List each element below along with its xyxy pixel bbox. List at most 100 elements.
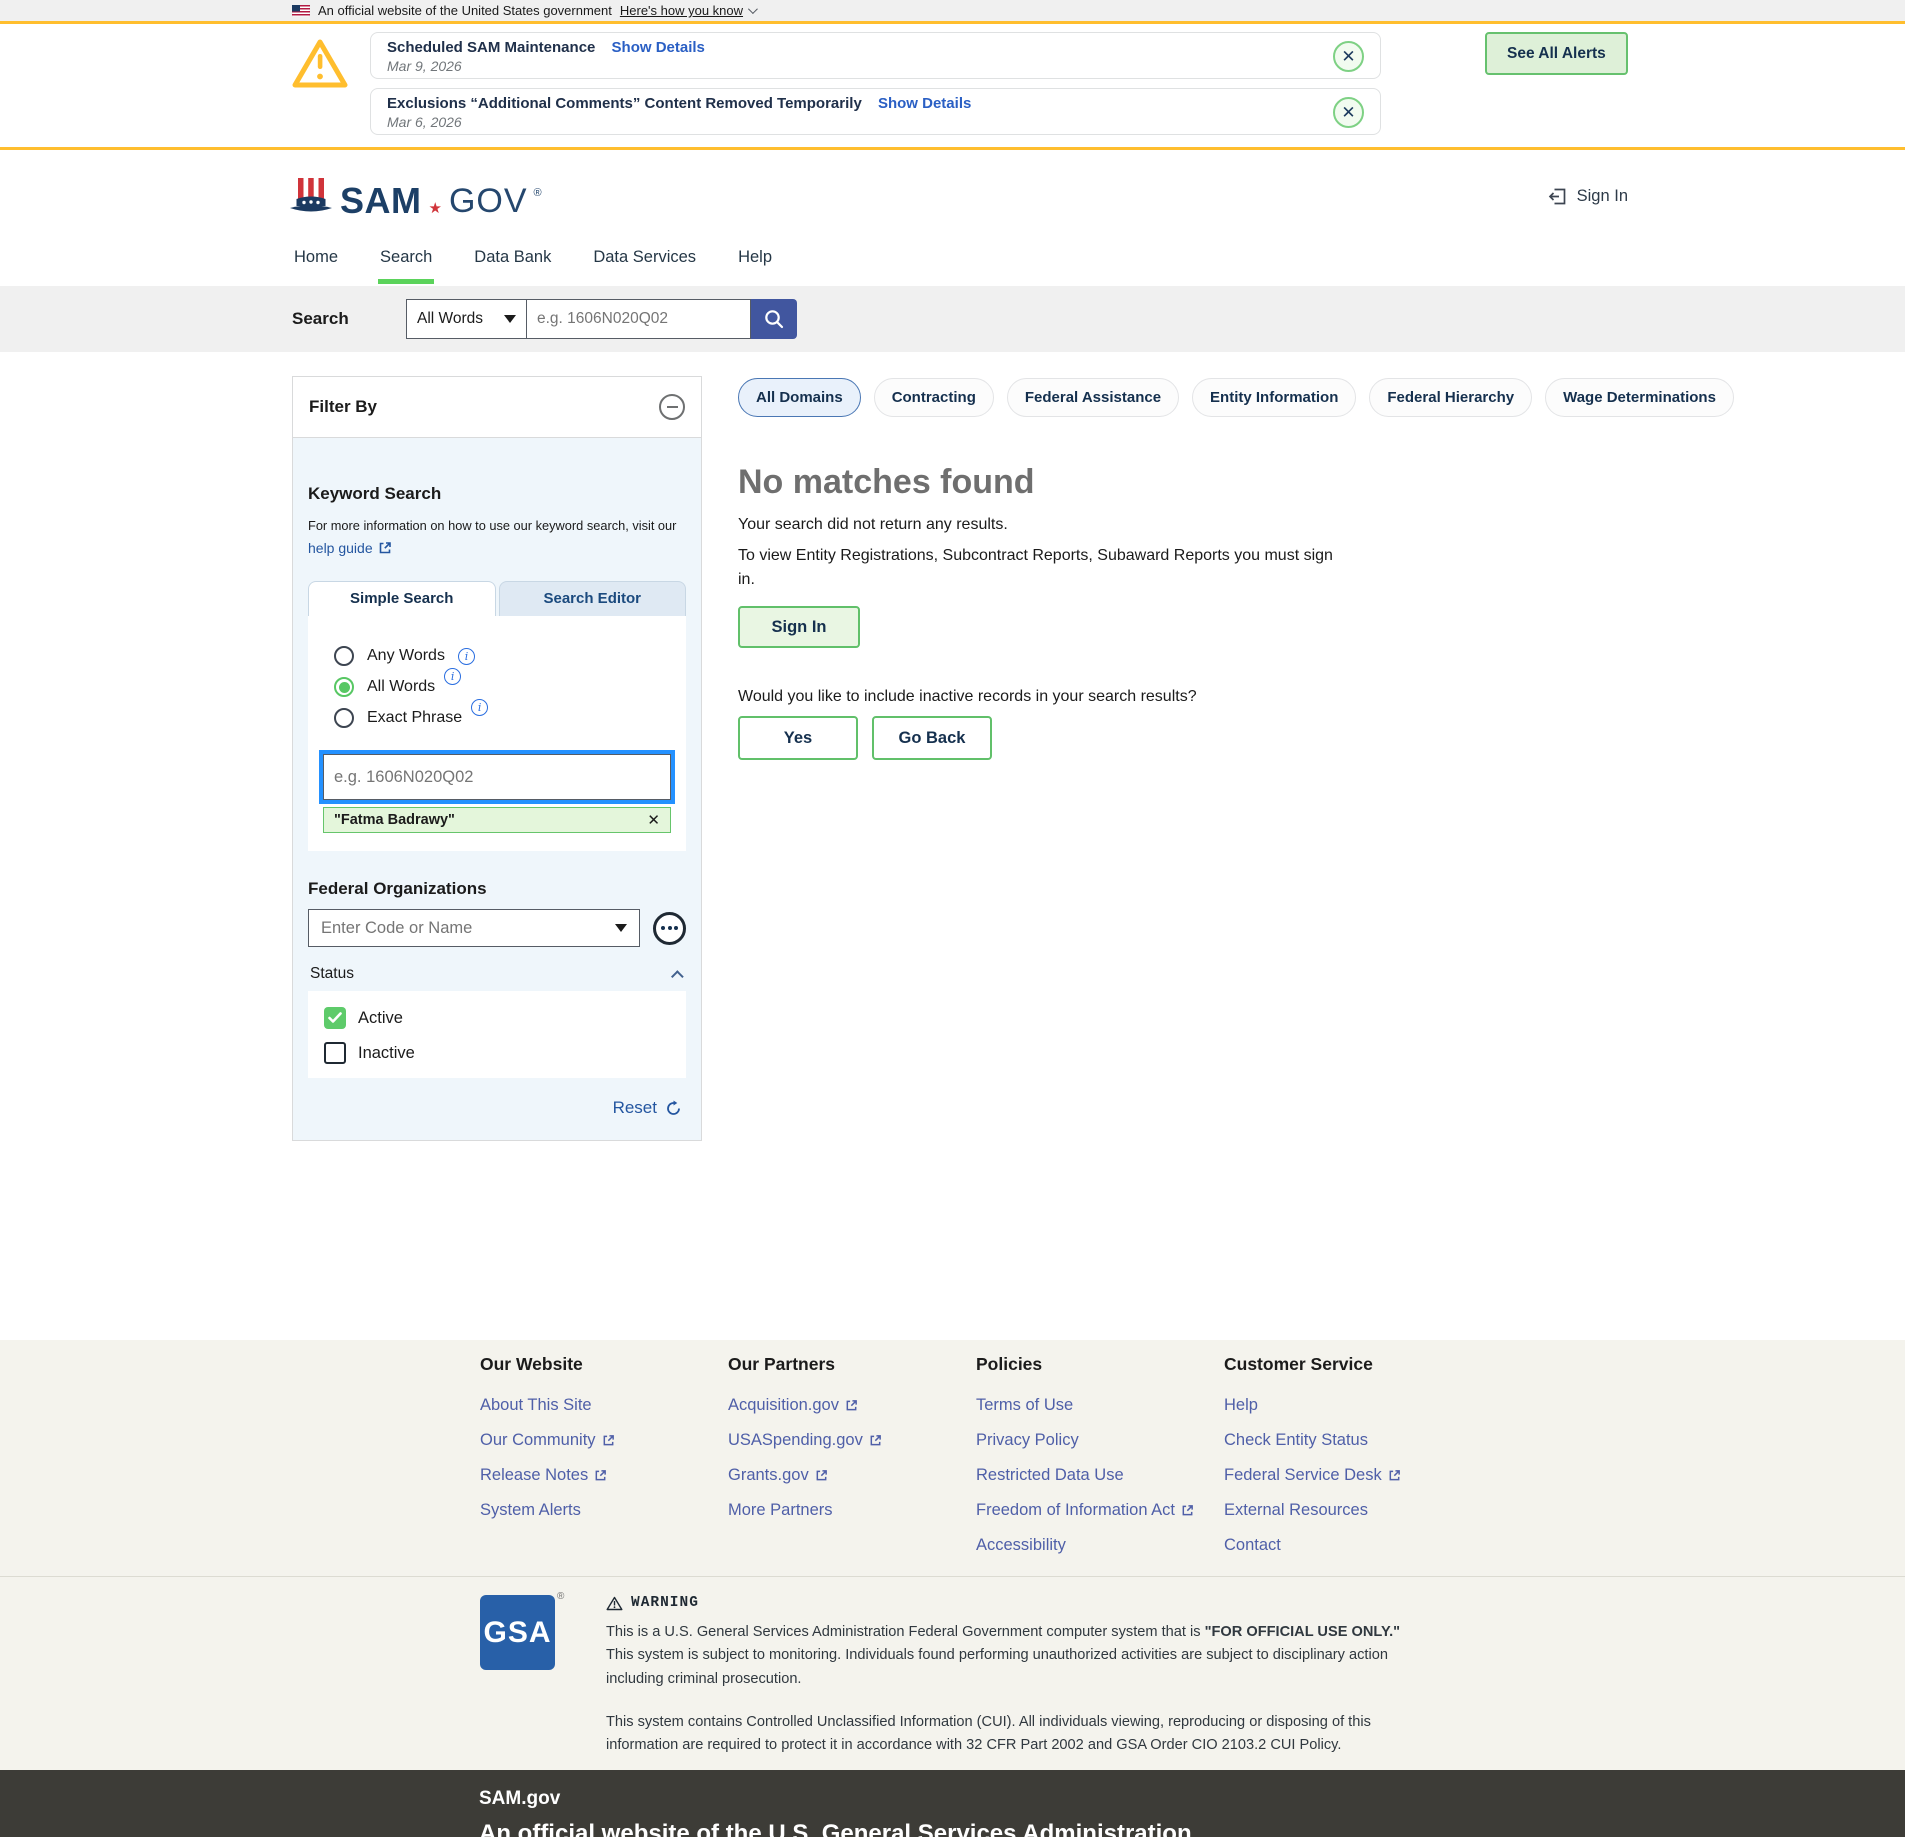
reset-filters-link[interactable]: Reset <box>613 1098 657 1118</box>
site-header: SAM ★ GOV ® Sign In <box>0 150 1905 242</box>
external-link-icon <box>1181 1504 1194 1517</box>
global-search-input[interactable] <box>527 299 751 339</box>
footer-link-usaspending-gov[interactable]: USASpending.gov <box>728 1430 882 1450</box>
radio-any-words[interactable] <box>334 646 354 666</box>
alerts-section: Scheduled SAM Maintenance Show Details M… <box>0 24 1905 150</box>
search-band: Search All Words <box>0 286 1905 352</box>
sign-in-note: To view Entity Registrations, Subcontrac… <box>738 544 1338 592</box>
warning-small-icon <box>606 1596 623 1611</box>
footer-link-release-notes[interactable]: Release Notes <box>480 1465 607 1485</box>
footer-link-accessibility[interactable]: Accessibility <box>976 1535 1066 1555</box>
nav-item-data-services[interactable]: Data Services <box>591 242 698 279</box>
footer-column-policies: Policies Terms of Use Privacy Policy Res… <box>976 1354 1224 1570</box>
search-mode-select[interactable]: All Words <box>406 299 527 339</box>
how-you-know-link[interactable]: Here's how you know <box>620 3 755 18</box>
alert-show-details-link[interactable]: Show Details <box>612 39 705 56</box>
footer-link-system-alerts[interactable]: System Alerts <box>480 1500 581 1520</box>
radio-exact-phrase[interactable] <box>334 708 354 728</box>
go-back-button[interactable]: Go Back <box>872 716 992 760</box>
footer-link-acquisition-gov[interactable]: Acquisition.gov <box>728 1395 858 1415</box>
radio-exact-phrase-label: Exact Phrase <box>367 709 462 727</box>
chevron-up-icon[interactable] <box>671 970 684 983</box>
footer-link-terms-of-use[interactable]: Terms of Use <box>976 1395 1073 1415</box>
external-link-icon <box>602 1434 615 1447</box>
alert-title: Exclusions “Additional Comments” Content… <box>387 95 862 112</box>
checkbox-inactive[interactable] <box>324 1042 346 1064</box>
close-alert-button[interactable]: ✕ <box>1333 41 1364 72</box>
keyword-search-input[interactable] <box>323 754 671 800</box>
domain-pill-wage-determinations[interactable]: Wage Determinations <box>1545 378 1734 417</box>
search-submit-button[interactable] <box>751 299 797 339</box>
gsa-registered-mark: ® <box>557 1591 564 1602</box>
main-nav: Home Search Data Bank Data Services Help <box>0 242 1905 286</box>
nav-item-data-bank[interactable]: Data Bank <box>472 242 553 279</box>
alert-card: Scheduled SAM Maintenance Show Details M… <box>370 32 1381 79</box>
close-alert-button[interactable]: ✕ <box>1333 97 1364 128</box>
system-warning: WARNING This is a U.S. General Services … <box>606 1595 1406 1758</box>
sign-in-button[interactable]: Sign In <box>738 606 860 648</box>
footer-link-foia[interactable]: Freedom of Information Act <box>976 1500 1194 1520</box>
sam-gov-logo[interactable]: SAM ★ GOV ® <box>288 175 542 217</box>
info-icon[interactable]: i <box>458 648 475 665</box>
sign-in-link[interactable]: Sign In <box>1547 186 1628 207</box>
radio-any-words-label: Any Words <box>367 647 445 665</box>
domain-pill-federal-assistance[interactable]: Federal Assistance <box>1007 378 1179 417</box>
domain-pill-all-domains[interactable]: All Domains <box>738 378 861 417</box>
reset-icon[interactable] <box>665 1100 682 1117</box>
nav-item-help[interactable]: Help <box>736 242 774 279</box>
footer-link-external-resources[interactable]: External Resources <box>1224 1500 1368 1520</box>
warning-triangle-icon <box>292 38 348 90</box>
org-more-options-button[interactable] <box>653 912 686 945</box>
footer-column-title: Customer Service <box>1224 1354 1472 1375</box>
checkbox-active[interactable] <box>324 1007 346 1029</box>
footer-column-customer-service: Customer Service Help Check Entity Statu… <box>1224 1354 1472 1570</box>
federal-organizations-combo[interactable]: Enter Code or Name <box>308 909 640 947</box>
help-guide-link[interactable]: help guide <box>308 537 392 560</box>
caret-down-icon <box>504 315 516 323</box>
no-matches-title: No matches found <box>738 463 1905 502</box>
footer-link-grants-gov[interactable]: Grants.gov <box>728 1465 828 1485</box>
results-area: All Domains Contracting Federal Assistan… <box>738 376 1905 760</box>
footer-column-our-partners: Our Partners Acquisition.gov USASpending… <box>728 1354 976 1570</box>
info-icon[interactable]: i <box>444 668 461 685</box>
external-link-icon <box>845 1399 858 1412</box>
footer-link-about-this-site[interactable]: About This Site <box>480 1395 592 1415</box>
footer-link-check-entity-status[interactable]: Check Entity Status <box>1224 1430 1368 1450</box>
gov-banner-text: An official website of the United States… <box>318 3 612 18</box>
filter-panel: Filter By Keyword Search For more inform… <box>292 376 702 1141</box>
chevron-down-icon <box>748 4 758 14</box>
collapse-filters-button[interactable] <box>659 394 685 420</box>
tab-search-editor[interactable]: Search Editor <box>499 581 687 616</box>
logo-star-icon: ★ <box>429 201 442 216</box>
footer-link-privacy-policy[interactable]: Privacy Policy <box>976 1430 1079 1450</box>
nav-item-search[interactable]: Search <box>378 242 434 284</box>
domain-pill-entity-information[interactable]: Entity Information <box>1192 378 1356 417</box>
footer-link-contact[interactable]: Contact <box>1224 1535 1281 1555</box>
radio-all-words[interactable] <box>334 677 354 697</box>
alert-card: Exclusions “Additional Comments” Content… <box>370 88 1381 135</box>
footer-link-more-partners[interactable]: More Partners <box>728 1500 833 1520</box>
logo-text-sam: SAM <box>340 185 422 217</box>
tab-simple-search[interactable]: Simple Search <box>308 581 496 616</box>
bottom-footer-title: SAM.gov <box>479 1788 1905 1810</box>
footer-link-help[interactable]: Help <box>1224 1395 1258 1415</box>
alert-show-details-link[interactable]: Show Details <box>878 95 971 112</box>
close-icon: ✕ <box>1341 47 1355 67</box>
nav-item-home[interactable]: Home <box>292 242 340 279</box>
radio-all-words-label: All Words <box>367 678 435 696</box>
bottom-footer: SAM.gov An official website of the U.S. … <box>0 1770 1905 1837</box>
minus-icon <box>667 406 678 408</box>
yes-button[interactable]: Yes <box>738 716 858 760</box>
footer-link-our-community[interactable]: Our Community <box>480 1430 615 1450</box>
footer-link-restricted-data-use[interactable]: Restricted Data Use <box>976 1465 1124 1485</box>
domain-pills: All Domains Contracting Federal Assistan… <box>738 378 1905 417</box>
domain-pill-contracting[interactable]: Contracting <box>874 378 994 417</box>
external-link-icon <box>815 1469 828 1482</box>
footer-link-federal-service-desk[interactable]: Federal Service Desk <box>1224 1465 1401 1485</box>
gov-banner: An official website of the United States… <box>0 0 1905 24</box>
logo-text-gov: GOV <box>449 186 528 217</box>
domain-pill-federal-hierarchy[interactable]: Federal Hierarchy <box>1369 378 1532 417</box>
remove-chip-icon[interactable]: ✕ <box>647 811 660 829</box>
info-icon[interactable]: i <box>471 699 488 716</box>
see-all-alerts-button[interactable]: See All Alerts <box>1485 32 1628 75</box>
